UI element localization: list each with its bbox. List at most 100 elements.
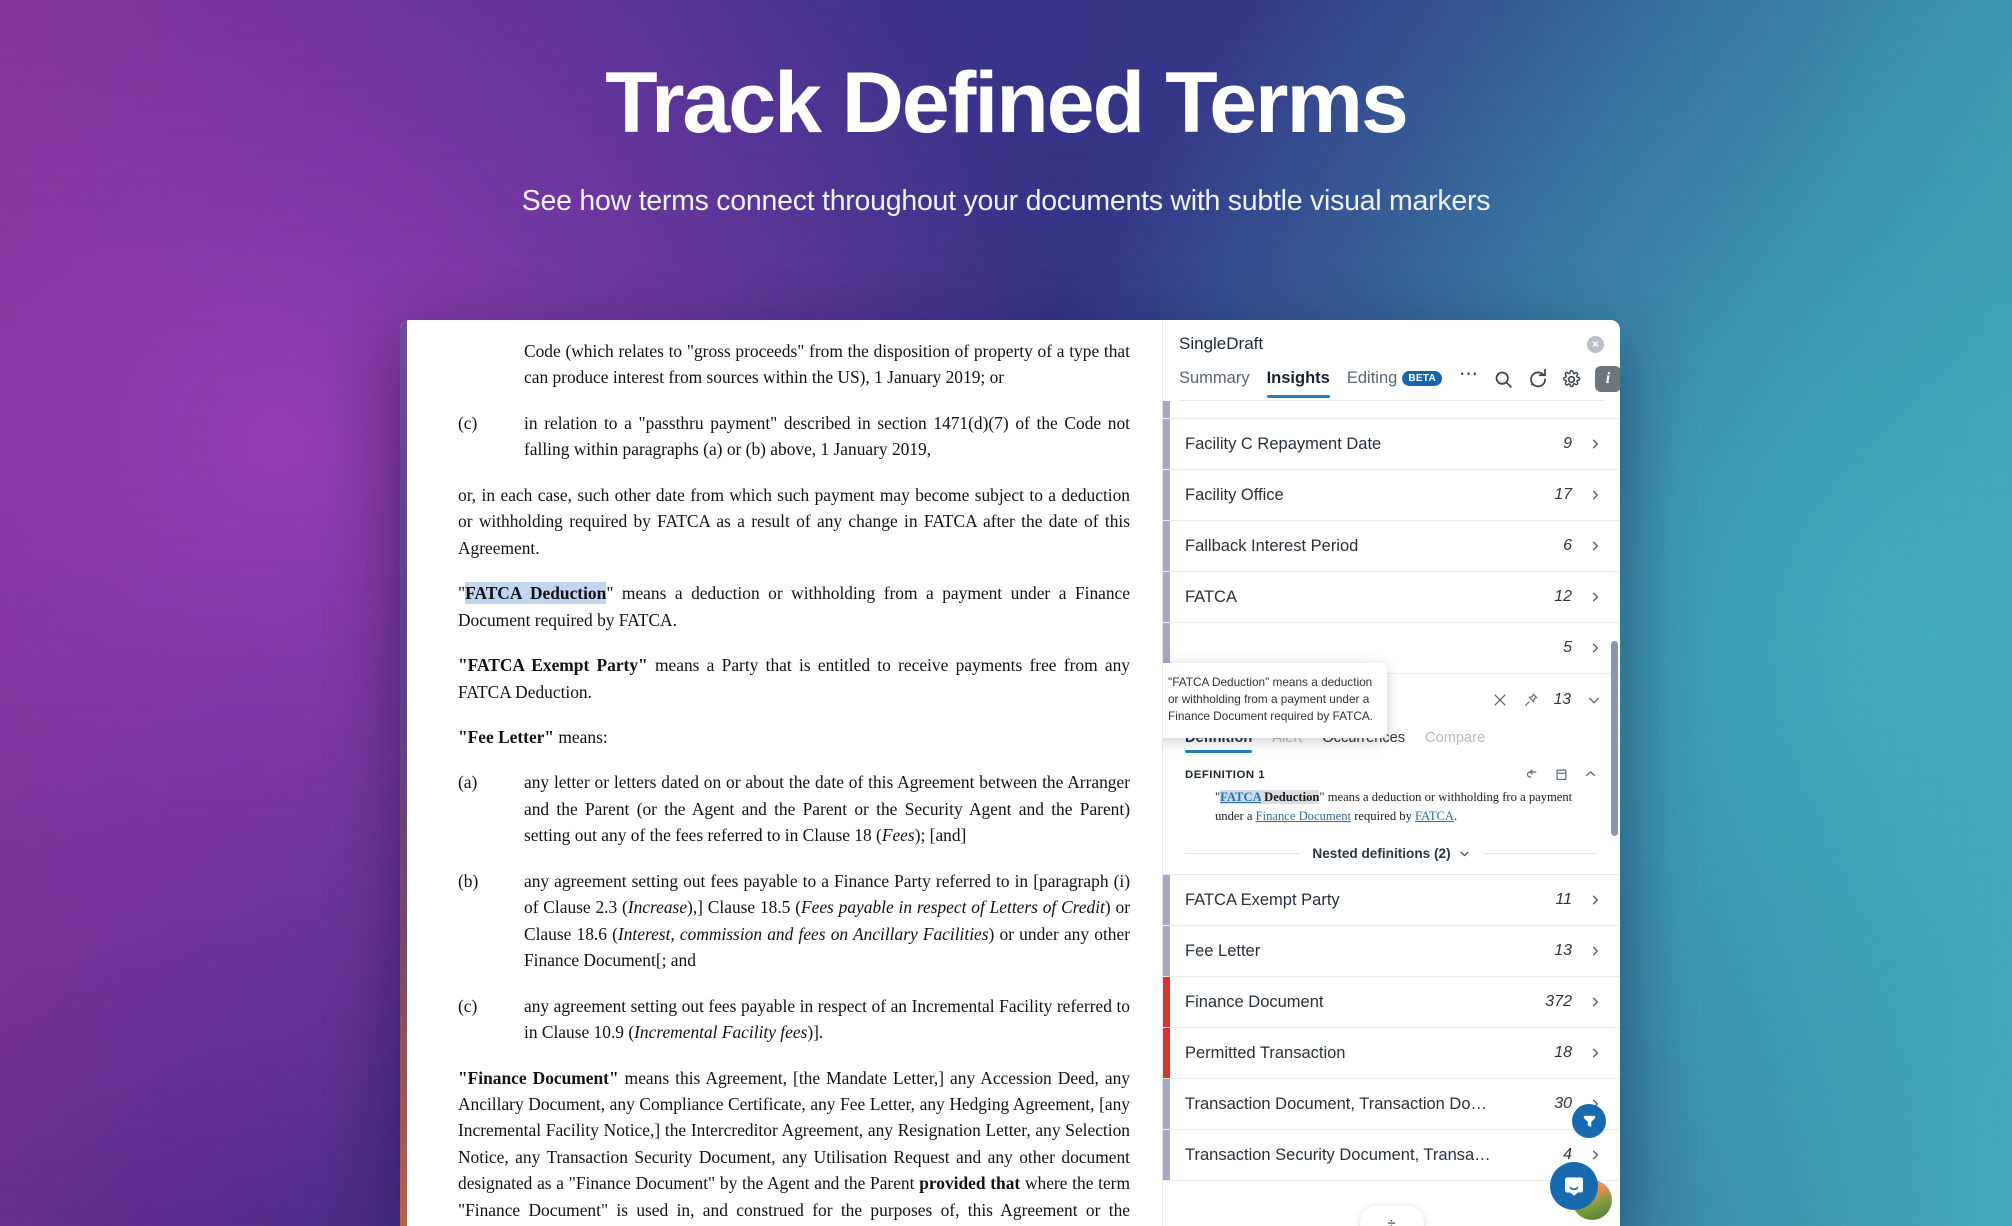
hero-section: Track Defined Terms See how terms connec… bbox=[0, 0, 2012, 218]
highlighted-term-fatca-deduction[interactable]: FATCA Deduction bbox=[465, 582, 607, 605]
settings-gear-icon[interactable] bbox=[1561, 369, 1582, 390]
term-count: 12 bbox=[1554, 588, 1572, 605]
clause-text: any agreement setting out fees payable i… bbox=[524, 995, 1130, 1043]
feedback-widget-button[interactable] bbox=[1572, 1104, 1606, 1138]
app-name: SingleDraft bbox=[1179, 334, 1264, 353]
tab-summary[interactable]: Summary bbox=[1179, 369, 1250, 397]
doc-paragraph: Code (which relates to "gross proceeds" … bbox=[524, 341, 1130, 388]
list-item-alert[interactable]: Permitted Transaction 18 bbox=[1163, 1028, 1620, 1080]
clause-marker: (b) bbox=[458, 870, 479, 891]
chevron-right-icon bbox=[1592, 895, 1599, 905]
more-options-icon[interactable]: ⋯ bbox=[1459, 365, 1480, 390]
copy-icon[interactable] bbox=[1554, 767, 1569, 782]
document-pane[interactable]: Code (which relates to "gross proceeds" … bbox=[400, 320, 1162, 1226]
definition-term: "Finance Document" bbox=[458, 1067, 619, 1088]
list-item-fatca[interactable]: FATCA 12 bbox=[1163, 572, 1620, 623]
clause-marker: (c) bbox=[458, 995, 478, 1016]
list-item[interactable]: Transaction Document, Transaction Do… 30 bbox=[1163, 1079, 1620, 1131]
term-marker bbox=[1163, 401, 1170, 418]
list-item[interactable]: Facility C Repayment Date 9 bbox=[1163, 419, 1620, 470]
term-count: 30 bbox=[1554, 1095, 1572, 1113]
term-marker bbox=[1163, 572, 1170, 622]
collapse-chevron-icon[interactable] bbox=[1586, 692, 1602, 708]
def-body: required by bbox=[1351, 809, 1416, 824]
chat-bubble-icon bbox=[1565, 1177, 1583, 1196]
doc-definition-fatca-deduction: "FATCA Deduction" means a deduction or w… bbox=[458, 582, 1130, 630]
chevron-right-icon bbox=[1592, 592, 1599, 602]
nested-label-text: Nested definitions (2) bbox=[1312, 846, 1451, 862]
undo-icon[interactable] bbox=[1525, 767, 1540, 782]
clause-marker: (c) bbox=[458, 412, 478, 433]
refresh-icon[interactable] bbox=[1527, 368, 1548, 390]
def-link-finance-document[interactable]: Finance Document bbox=[1256, 809, 1351, 823]
chevron-down-icon bbox=[1459, 851, 1469, 857]
term-marker bbox=[1163, 875, 1170, 926]
zoom-control[interactable]: ÷ bbox=[1359, 1206, 1424, 1226]
def-link-fatca[interactable]: FATCA bbox=[1220, 790, 1261, 804]
list-item-clipped[interactable] bbox=[1163, 401, 1620, 419]
app-screenshot: Code (which relates to "gross proceeds" … bbox=[400, 320, 1620, 1226]
chevron-right-icon bbox=[1592, 643, 1599, 653]
doc-definition-fee-letter: "Fee Letter" means: bbox=[458, 724, 1130, 750]
clause-italic: Incremental Facility fees bbox=[634, 1022, 808, 1043]
term-count: 13 bbox=[1554, 942, 1572, 960]
collapse-up-icon[interactable] bbox=[1583, 767, 1598, 782]
chevron-right-icon bbox=[1592, 997, 1599, 1007]
term-tooltip: "FATCA Deduction" means a deduction or w… bbox=[1163, 663, 1387, 738]
list-item[interactable]: Fallback Interest Period 6 bbox=[1163, 521, 1620, 572]
def-body: . bbox=[1454, 809, 1458, 824]
nested-definitions-label[interactable]: Nested definitions (2) bbox=[1312, 846, 1470, 861]
card-count: 13 bbox=[1553, 691, 1571, 708]
term-label: Finance Document bbox=[1185, 992, 1324, 1011]
doc-definition-finance-document: "Finance Document" means this Agreement,… bbox=[458, 1065, 1130, 1226]
card-tab-compare[interactable]: Compare bbox=[1425, 730, 1485, 753]
info-icon[interactable]: i bbox=[1595, 366, 1620, 392]
terms-list[interactable]: Facility C Repayment Date 9 Facility Off… bbox=[1163, 401, 1620, 1226]
chevron-right-icon bbox=[1592, 490, 1599, 500]
definition-text: means: bbox=[554, 726, 608, 747]
chevron-right-icon bbox=[1592, 946, 1599, 956]
clause-italic: Increase bbox=[627, 897, 688, 918]
page-title: Track Defined Terms bbox=[605, 55, 1409, 151]
filter-icon bbox=[1583, 1115, 1595, 1127]
chevron-right-icon bbox=[1592, 439, 1599, 449]
nested-definitions-row[interactable]: Nested definitions (2) bbox=[1163, 826, 1620, 874]
def-link-fatca-2[interactable]: FATCA bbox=[1415, 809, 1454, 823]
page-subtitle: See how terms connect throughout your do… bbox=[521, 185, 1491, 218]
tab-label: Summary bbox=[1179, 369, 1250, 387]
list-item[interactable]: Facility Office 17 bbox=[1163, 470, 1620, 521]
chevron-right-icon bbox=[1592, 541, 1599, 551]
chevron-right-icon bbox=[1592, 1048, 1599, 1058]
term-marker-alert bbox=[1163, 977, 1170, 1028]
panel-header-icons: ⋯ i bbox=[1459, 365, 1620, 400]
panel-scrollbar-thumb[interactable] bbox=[1611, 641, 1618, 836]
term-label: Transaction Document, Transaction Do… bbox=[1185, 1094, 1488, 1113]
term-count: 17 bbox=[1554, 486, 1572, 503]
card-actions: 13 bbox=[1492, 691, 1602, 709]
term-label: Fee Letter bbox=[1185, 941, 1261, 960]
term-label: Fallback Interest Period bbox=[1185, 536, 1359, 555]
close-icon[interactable]: × bbox=[1587, 335, 1604, 353]
close-icon[interactable] bbox=[1492, 692, 1508, 708]
panel-header: SingleDraft × Summary Insights Editing BE… bbox=[1163, 320, 1620, 401]
tab-editing[interactable]: Editing BETA bbox=[1347, 369, 1442, 397]
pin-icon[interactable] bbox=[1523, 692, 1539, 708]
list-item-alert[interactable]: Finance Document 372 bbox=[1163, 977, 1620, 1029]
list-item[interactable]: Fee Letter 13 bbox=[1163, 926, 1620, 978]
clause-text: any letter or letters dated on or about … bbox=[524, 772, 1130, 846]
search-icon[interactable] bbox=[1493, 369, 1514, 390]
panel-title-row: SingleDraft × bbox=[1179, 334, 1604, 354]
list-item[interactable]: Transaction Security Document, Transa… 4 bbox=[1163, 1130, 1620, 1182]
list-item[interactable]: FATCA Exempt Party 11 bbox=[1163, 875, 1620, 927]
definition-header: DEFINITION 1 bbox=[1185, 767, 1598, 782]
chat-launcher-button[interactable] bbox=[1550, 1162, 1598, 1210]
doc-fee-clause-c: (c) any agreement setting out fees payab… bbox=[458, 993, 1130, 1046]
tab-insights[interactable]: Insights bbox=[1266, 369, 1331, 398]
doc-paragraph: or, in each case, such other date from w… bbox=[458, 484, 1130, 558]
term-marker bbox=[1163, 419, 1170, 469]
tab-label: Insights bbox=[1266, 369, 1330, 387]
term-label: FATCA Exempt Party bbox=[1185, 890, 1340, 909]
term-count: 18 bbox=[1554, 1044, 1572, 1062]
definition-bold: provided that bbox=[919, 1173, 1021, 1194]
definition-text: "FATCA Deduction" means a deduction or w… bbox=[1185, 782, 1598, 826]
